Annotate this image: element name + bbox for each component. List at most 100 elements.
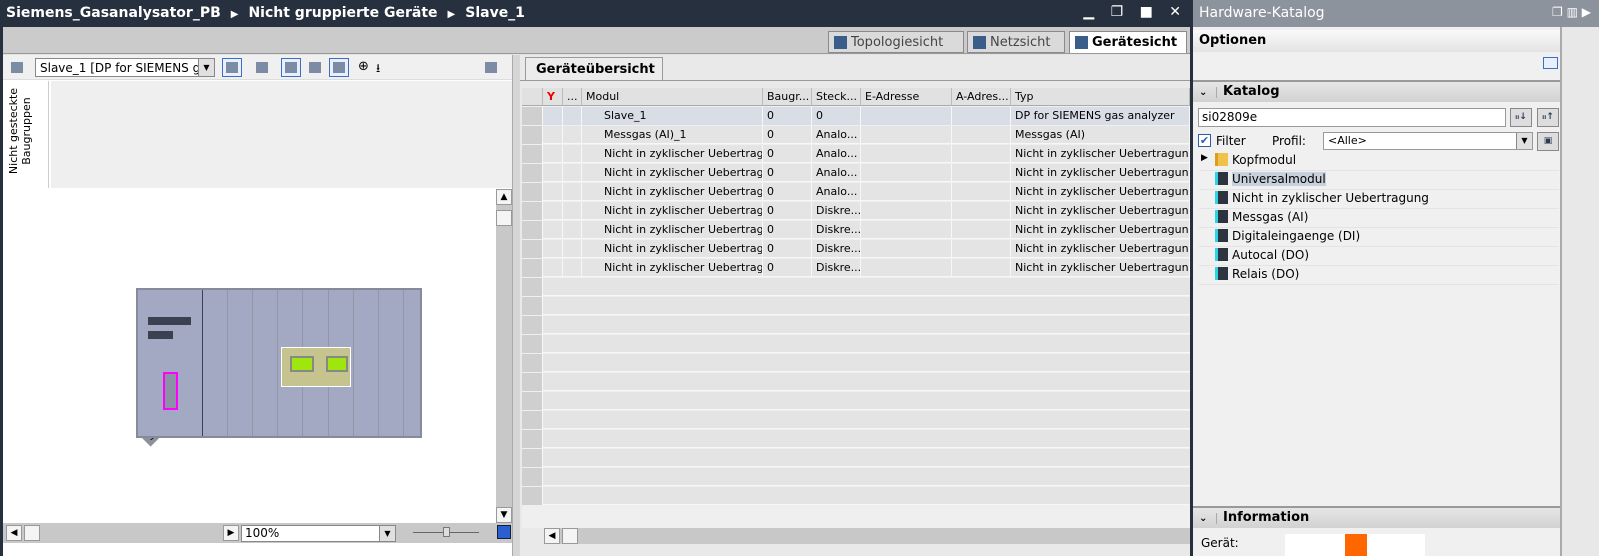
rack-width-icon[interactable]	[222, 58, 242, 77]
zoom-slider[interactable]	[413, 527, 479, 537]
cell-empty	[563, 183, 582, 201]
information-section-header[interactable]: ⌄ Information	[1193, 506, 1560, 528]
rack[interactable]	[136, 288, 422, 438]
column-header[interactable]: Steck...	[812, 88, 861, 106]
vertical-scrollbar[interactable]: ▲ ▼	[496, 189, 512, 523]
scroll-up-icon[interactable]: ▲	[496, 189, 512, 205]
cell-empty	[563, 145, 582, 163]
options-toggle-icon[interactable]	[1543, 57, 1558, 69]
download-icon[interactable]: ⭳	[375, 58, 395, 77]
scroll-thumb[interactable]	[562, 528, 578, 544]
gas-analyzer-image[interactable]	[281, 347, 351, 387]
search-up-icon[interactable]: ᵢᵢ↑	[1537, 108, 1559, 127]
profibus-connector[interactable]	[163, 372, 178, 410]
catalog-item[interactable]: Relais (DO)	[1199, 266, 1559, 285]
options-section[interactable]: Optionen	[1193, 30, 1560, 52]
chevron-down-icon[interactable]: ▼	[1516, 133, 1532, 149]
expand-arrow-icon[interactable]: ▶	[1201, 153, 1208, 163]
table-row[interactable]: Nicht in zyklischer Uebertrag... 0 Analo..…	[522, 164, 1190, 182]
cell-modul: Nicht in zyklischer Uebertrag...	[582, 259, 763, 277]
catalog-side-strip[interactable]	[1560, 27, 1599, 556]
table-row[interactable]: Nicht in zyklischer Uebertrag... 0 Diskre.…	[522, 240, 1190, 258]
panel-icon[interactable]	[329, 58, 349, 77]
properties-icon[interactable]	[481, 58, 501, 77]
folder-icon	[1215, 153, 1228, 166]
column-header[interactable]: A-Adres...	[952, 88, 1011, 106]
search-down-icon[interactable]: ᵢᵢ↓	[1510, 108, 1532, 127]
filter-checkbox[interactable]: ✔	[1198, 134, 1211, 147]
network-overview-icon[interactable]	[7, 58, 27, 77]
table-header[interactable]: Y... Modul Baugr... Steck... E-Adresse A-Adre…	[522, 88, 1190, 106]
show-names-icon[interactable]	[252, 58, 272, 77]
cell-empty	[543, 259, 563, 277]
table-row[interactable]: Slave_1 0 0 DP for SIEMENS gas analyzer	[522, 107, 1190, 125]
scroll-thumb[interactable]	[24, 525, 40, 541]
chevron-down-icon[interactable]: ▼	[198, 59, 214, 76]
profile-select[interactable]: <Alle> ▼	[1323, 132, 1533, 150]
cell-steck: Analo...	[812, 145, 861, 163]
catalog-item-label: Autocal (DO)	[1232, 248, 1310, 262]
zoom-select[interactable]: 100% ▼	[241, 525, 396, 542]
cell-a	[952, 126, 1011, 144]
module-icon	[1215, 210, 1228, 223]
tab-device-overview[interactable]: Geräteübersicht	[525, 57, 663, 81]
horizontal-scrollbar[interactable]: ◀	[544, 528, 1190, 544]
table-row[interactable]: Messgas (AI)_1 0 Analo... Messgas (AI)	[522, 126, 1190, 144]
device-canvas[interactable]: Slave_1	[3, 189, 496, 523]
overview-navigation-icon[interactable]	[497, 525, 511, 539]
grid-icon[interactable]	[305, 58, 325, 77]
profile-settings-icon[interactable]: ▣	[1537, 132, 1559, 151]
table-row[interactable]: Nicht in zyklischer Uebertrag... 0 Analo..…	[522, 183, 1190, 201]
window-controls[interactable]: ▁ ❐ ■ ✕	[1083, 4, 1187, 20]
catalog-item[interactable]: Nicht in zyklischer Uebertragung	[1199, 190, 1559, 209]
cell-modul: Nicht in zyklischer Uebertrag...	[582, 221, 763, 239]
cell-modul: Messgas (AI)_1	[582, 126, 763, 144]
cell-empty	[543, 240, 563, 258]
cell-empty	[563, 126, 582, 144]
column-header[interactable]: Modul	[582, 88, 763, 106]
cell-empty	[543, 145, 563, 163]
zoom-in-icon[interactable]: ⊕	[357, 58, 377, 77]
scroll-left-icon[interactable]: ◀	[6, 525, 22, 541]
pane-splitter[interactable]	[512, 55, 520, 556]
catalog-section-header[interactable]: ⌄ Katalog	[1193, 80, 1560, 102]
catalog-search-input[interactable]: si02809e	[1198, 108, 1506, 127]
module-icon	[1215, 191, 1228, 204]
show-view-icon[interactable]	[281, 58, 301, 77]
table-row[interactable]: Nicht in zyklischer Uebertrag... 0 Diskre.…	[522, 202, 1190, 220]
breadcrumb-group[interactable]: Nicht gruppierte Geräte	[248, 5, 437, 21]
column-header[interactable]: ...	[563, 88, 582, 106]
device-select[interactable]: Slave_1 [DP for SIEMENS gas ▼	[35, 58, 215, 77]
breadcrumb-device[interactable]: Slave_1	[465, 5, 525, 21]
unplugged-modules-area	[51, 81, 512, 188]
tab-device-view[interactable]: Gerätesicht	[1069, 31, 1187, 53]
chevron-down-icon[interactable]: ▼	[379, 526, 395, 541]
column-header[interactable]: Baugr...	[763, 88, 812, 106]
slider-handle[interactable]	[443, 527, 450, 537]
tools-icon[interactable]: Y	[543, 88, 563, 106]
catalog-item[interactable]: Messgas (AI)	[1199, 209, 1559, 228]
scroll-down-icon[interactable]: ▼	[496, 507, 512, 523]
cell-modul: Nicht in zyklischer Uebertrag...	[582, 202, 763, 220]
cell-baugr: 0	[763, 145, 812, 163]
catalog-item[interactable]: Universalmodul	[1199, 171, 1559, 190]
row-header-corner[interactable]	[522, 88, 543, 106]
panel-controls-icon[interactable]: ❐ ▥ ▶	[1552, 5, 1591, 19]
scroll-left-icon[interactable]: ◀	[544, 528, 560, 544]
tab-network-view[interactable]: Netzsicht	[967, 31, 1065, 53]
tab-topology-view[interactable]: Topologiesicht	[828, 31, 964, 53]
breadcrumb-project[interactable]: Siemens_Gasanalysator_PB	[6, 5, 221, 21]
catalog-item[interactable]: ▶ Kopfmodul	[1199, 152, 1559, 171]
column-header[interactable]: E-Adresse	[861, 88, 952, 106]
scroll-thumb[interactable]	[496, 210, 512, 226]
unplugged-modules-tab[interactable]: Nicht gesteckte Baugruppen	[3, 81, 49, 188]
catalog-item[interactable]: Autocal (DO)	[1199, 247, 1559, 266]
cell-e	[861, 183, 952, 201]
table-row[interactable]: Nicht in zyklischer Uebertrag... 0 Analo..…	[522, 145, 1190, 163]
column-header[interactable]: Typ	[1011, 88, 1190, 106]
table-row[interactable]: Nicht in zyklischer Uebertrag... 0 Diskre.…	[522, 221, 1190, 239]
scroll-right-icon[interactable]: ▶	[223, 525, 239, 541]
table-row[interactable]: Nicht in zyklischer Uebertrag... 0 Diskre.…	[522, 259, 1190, 277]
cell-a	[952, 183, 1011, 201]
catalog-item[interactable]: Digitaleingaenge (DI)	[1199, 228, 1559, 247]
